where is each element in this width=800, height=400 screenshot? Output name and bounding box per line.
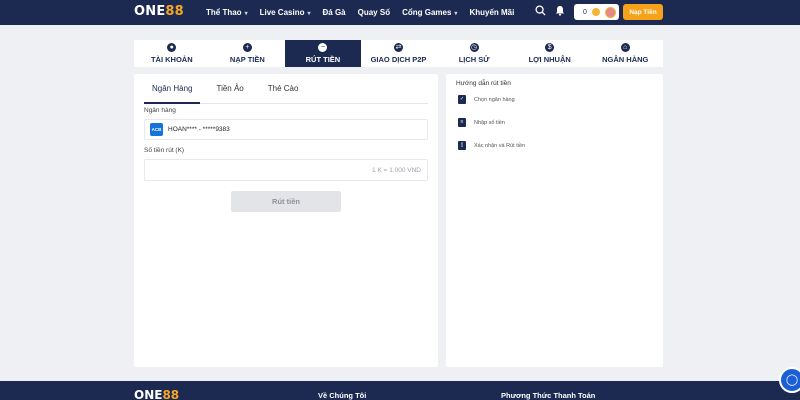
logo-text-main: ONE <box>134 388 163 400</box>
plus-icon: + <box>242 43 252 52</box>
coin-icon: $ <box>545 43 555 52</box>
one88-logo[interactable]: ONE88 <box>134 4 184 19</box>
guide-step: ≡ Nhập số tiền <box>458 118 505 127</box>
tab-giao-dich-p2p[interactable]: ⇄ GIAO DỊCH P2P <box>361 40 437 67</box>
search-icon[interactable] <box>535 5 546 19</box>
tab-label: NGÂN HÀNG <box>602 55 649 64</box>
main-nav: Thể Thao ▾ Live Casino ▾ Đá Gà Quay Số Cổn… <box>206 0 526 25</box>
chat-support-button[interactable]: ◯ <box>779 367 800 393</box>
nav-item-khuyen-mai[interactable]: Khuyến Mãi <box>469 8 514 17</box>
user-icon: ● <box>167 43 177 52</box>
guide-step: ✓ Chọn ngân hàng <box>458 95 515 104</box>
withdraw-guide-panel: Hướng dẫn rút tiền ✓ Chọn ngân hàng ≡ Nh… <box>446 74 663 367</box>
nav-item-the-thao[interactable]: Thể Thao ▾ <box>206 8 248 17</box>
bell-icon[interactable] <box>555 5 565 19</box>
nav-label: Khuyến Mãi <box>469 8 515 17</box>
nav-item-cong-games[interactable]: Cổng Games ▾ <box>402 8 457 17</box>
phone-icon: ▯ <box>458 141 466 150</box>
amount-field-label: Số tiền rút (K) <box>144 147 185 154</box>
amount-input[interactable] <box>144 159 428 181</box>
nav-label: Live Casino <box>259 8 305 17</box>
tab-label: NẠP TIỀN <box>229 55 265 64</box>
tab-label: TÀI KHOẢN <box>150 55 193 64</box>
balance-display[interactable]: 0 <box>574 4 619 20</box>
nav-item-da-ga[interactable]: Đá Gà <box>323 8 346 17</box>
bank-field-label: Ngân hàng <box>144 107 176 114</box>
footer-logo[interactable]: ONE88 <box>134 388 179 400</box>
guide-title: Hướng dẫn rút tiền <box>456 80 511 87</box>
chevron-down-icon: ▾ <box>454 11 458 17</box>
tab-loi-nhuan[interactable]: $ LỢI NHUẬN <box>512 40 588 67</box>
nav-label: Cổng Games <box>402 8 452 17</box>
clock-icon: ◷ <box>469 43 479 52</box>
top-navbar: ONE88 Thể Thao ▾ Live Casino ▾ Đá Gà Quay … <box>0 0 800 25</box>
nav-label: Đá Gà <box>322 8 346 17</box>
footer-payment-heading: Phương Thức Thanh Toán <box>501 391 596 400</box>
balance-value: 0 <box>583 8 587 16</box>
tab-nap-tien[interactable]: + NẠP TIỀN <box>210 40 286 67</box>
footer: ONE88 Về Chúng Tôi Phương Thức Thanh Toá… <box>0 381 800 400</box>
withdraw-form-panel: Ngân Hàng Tiền Ảo Thẻ Cào <box>134 74 438 367</box>
nav-item-live-casino[interactable]: Live Casino ▾ <box>260 8 311 17</box>
tab-label: RÚT TIỀN <box>305 55 341 64</box>
avatar[interactable] <box>605 6 616 18</box>
guide-step-text: Chọn ngân hàng <box>474 96 515 103</box>
account-tabs: ● TÀI KHOẢN + NẠP TIỀN − RÚT TIỀN ⇄ GIAO DỊC… <box>134 40 663 67</box>
logo-text-main: ONE <box>134 4 166 19</box>
document-icon: ≡ <box>458 118 466 127</box>
deposit-button[interactable]: Nạp Tiền <box>623 4 663 20</box>
guide-step: ▯ Xác nhận và Rút tiền <box>458 141 525 150</box>
chevron-down-icon: ▾ <box>307 11 311 17</box>
chat-icon: ◯ <box>785 374 799 386</box>
nav-item-quay-so[interactable]: Quay Số <box>358 8 390 17</box>
transfer-icon: ⇄ <box>394 43 404 52</box>
nav-label: Quay Số <box>357 8 391 17</box>
logo-text-accent: 88 <box>162 388 180 400</box>
withdraw-method-tabs: Ngân Hàng Tiền Ảo Thẻ Cào <box>144 80 428 104</box>
withdraw-submit-button[interactable]: Rút tiền <box>231 191 341 212</box>
tab-label: LỊCH SỬ <box>458 55 490 64</box>
top-right-actions: 0 Nạp Tiền <box>535 4 663 20</box>
subtab-tien-ao[interactable]: Tiền Ảo <box>208 80 251 104</box>
bank-account-select[interactable]: ACB HOAN**** - *****9383 <box>144 119 428 140</box>
tab-rut-tien[interactable]: − RÚT TIỀN <box>285 40 361 67</box>
subtab-the-cao[interactable]: Thẻ Cào <box>260 80 307 104</box>
chevron-down-icon: ▾ <box>244 11 248 17</box>
tab-lich-su[interactable]: ◷ LỊCH SỬ <box>436 40 512 67</box>
guide-step-text: Nhập số tiền <box>474 119 505 126</box>
bank-icon: ⌂ <box>620 43 630 52</box>
coin-icon <box>591 8 600 16</box>
bank-logo-icon: ACB <box>150 123 163 136</box>
tab-label: LỢI NHUẬN <box>528 55 571 64</box>
subtab-ngan-hang[interactable]: Ngân Hàng <box>144 80 201 104</box>
bank-account-value: HOAN**** - *****9383 <box>168 126 230 133</box>
check-icon: ✓ <box>458 95 466 104</box>
tab-ngan-hang[interactable]: ⌂ NGÂN HÀNG <box>587 40 663 67</box>
minus-icon: − <box>318 43 328 52</box>
footer-about-heading: Về Chúng Tôi <box>318 391 367 400</box>
nav-label: Thể Thao <box>206 8 242 17</box>
logo-text-accent: 88 <box>165 4 184 19</box>
tab-label: GIAO DỊCH P2P <box>370 55 427 64</box>
guide-step-text: Xác nhận và Rút tiền <box>474 142 526 149</box>
tab-tai-khoan[interactable]: ● TÀI KHOẢN <box>134 40 210 67</box>
